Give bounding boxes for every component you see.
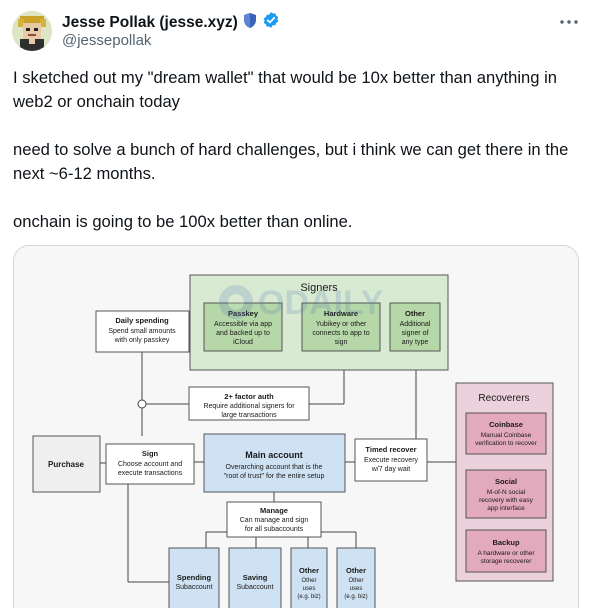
daily-spending-desc: Spend small amounts (108, 328, 176, 335)
other-subaccount-desc: Other (301, 578, 316, 584)
other-signer-desc: any type (402, 339, 429, 346)
other-subaccount-title: Other (346, 566, 366, 575)
avatar-image (12, 11, 52, 51)
factor-auth-desc: Require additional signers for (203, 403, 295, 410)
main-account-title: Main account (245, 450, 303, 460)
other-subaccount-title: Other (299, 566, 319, 575)
sign-desc: execute transactions (118, 470, 183, 477)
recoverers-title: Recoverers (478, 393, 529, 404)
manage-desc: for all subaccounts (245, 526, 304, 533)
coinbase-desc: Manual Coinbase (481, 432, 532, 439)
other-signer-desc: signer of (402, 330, 429, 337)
manage-desc: Can manage and sign (240, 517, 309, 524)
backup-title: Backup (492, 538, 520, 547)
social-title: Social (495, 477, 517, 486)
junction-node (137, 399, 147, 409)
timed-recover-desc: w/7 day wait (371, 466, 411, 473)
hardware-desc: Yubikey or other (316, 321, 367, 328)
author-display-name[interactable]: Jesse Pollak (jesse.xyz) (62, 14, 238, 32)
verified-badge-icon[interactable] (262, 11, 280, 34)
more-horizontal-icon[interactable] (558, 12, 580, 32)
main-account-box (203, 433, 346, 493)
tweet-text: I sketched out my "dream wallet" that wo… (13, 66, 585, 258)
timed-recover-desc: Execute recovery (364, 457, 419, 464)
passkey-desc: iCloud (233, 339, 253, 346)
other-subaccount-desc: uses (350, 586, 363, 592)
other-subaccount-desc: uses (303, 586, 316, 592)
factor-auth-desc: large transactions (221, 412, 277, 419)
watermark-text: ODAILY (258, 284, 384, 322)
daily-spending-title: Daily spending (115, 316, 169, 325)
social-desc: recovery with easy (479, 497, 534, 504)
main-account-desc: Overarching account that is the (226, 464, 323, 471)
other-subaccount-desc: (e.g. biz) (297, 594, 320, 600)
social-desc: app interface (487, 505, 525, 512)
spending-desc: Subaccount (176, 584, 213, 591)
other-subaccount-desc: Other (348, 578, 363, 584)
coinbase-title: Coinbase (489, 420, 523, 429)
timed-recover-title: Timed recover (365, 445, 416, 454)
tweet-paragraph: onchain is going to be 100x better than … (13, 212, 353, 231)
manage-title: Manage (260, 506, 288, 515)
author-handle[interactable]: @jessepollak (62, 32, 151, 49)
daily-spending-desc: with only passkey (114, 337, 170, 344)
shield-icon (243, 12, 257, 34)
social-desc: M-of-N social (487, 489, 526, 496)
tweet-media-image[interactable]: Signers Passkey Accessible via app and b… (13, 245, 579, 608)
passkey-desc: Accessible via app (214, 321, 272, 328)
passkey-desc: and backed up to (216, 330, 270, 337)
spending-title: Spending (177, 573, 212, 582)
hardware-desc: connects to app to (312, 330, 369, 337)
other-signer-title: Other (405, 309, 425, 318)
odaily-watermark: ODAILY (219, 284, 384, 322)
other-subaccount-desc: (e.g. biz) (344, 594, 367, 600)
backup-desc: A hardware or other (477, 550, 535, 557)
tweet-paragraph: I sketched out my "dream wallet" that wo… (13, 68, 558, 111)
sign-title: Sign (142, 449, 159, 458)
factor-auth-title: 2+ factor auth (224, 392, 274, 401)
sign-desc: Choose account and (118, 461, 182, 468)
backup-desc: storage recoverer (481, 558, 533, 565)
saving-title: Saving (243, 573, 268, 582)
avatar[interactable] (12, 11, 52, 51)
tweet-paragraph: need to solve a bunch of hard challenges… (13, 140, 569, 183)
author-name-row[interactable]: Jesse Pollak (jesse.xyz) (62, 11, 280, 34)
coinbase-desc: verification to recover (475, 440, 538, 447)
other-signer-desc: Additional (400, 321, 431, 328)
saving-desc: Subaccount (237, 584, 274, 591)
hardware-desc: sign (335, 339, 348, 346)
purchase-title: Purchase (48, 460, 85, 469)
main-account-desc: "root of trust" for the entire setup (224, 473, 325, 480)
dream-wallet-diagram: Signers Passkey Accessible via app and b… (32, 274, 554, 608)
